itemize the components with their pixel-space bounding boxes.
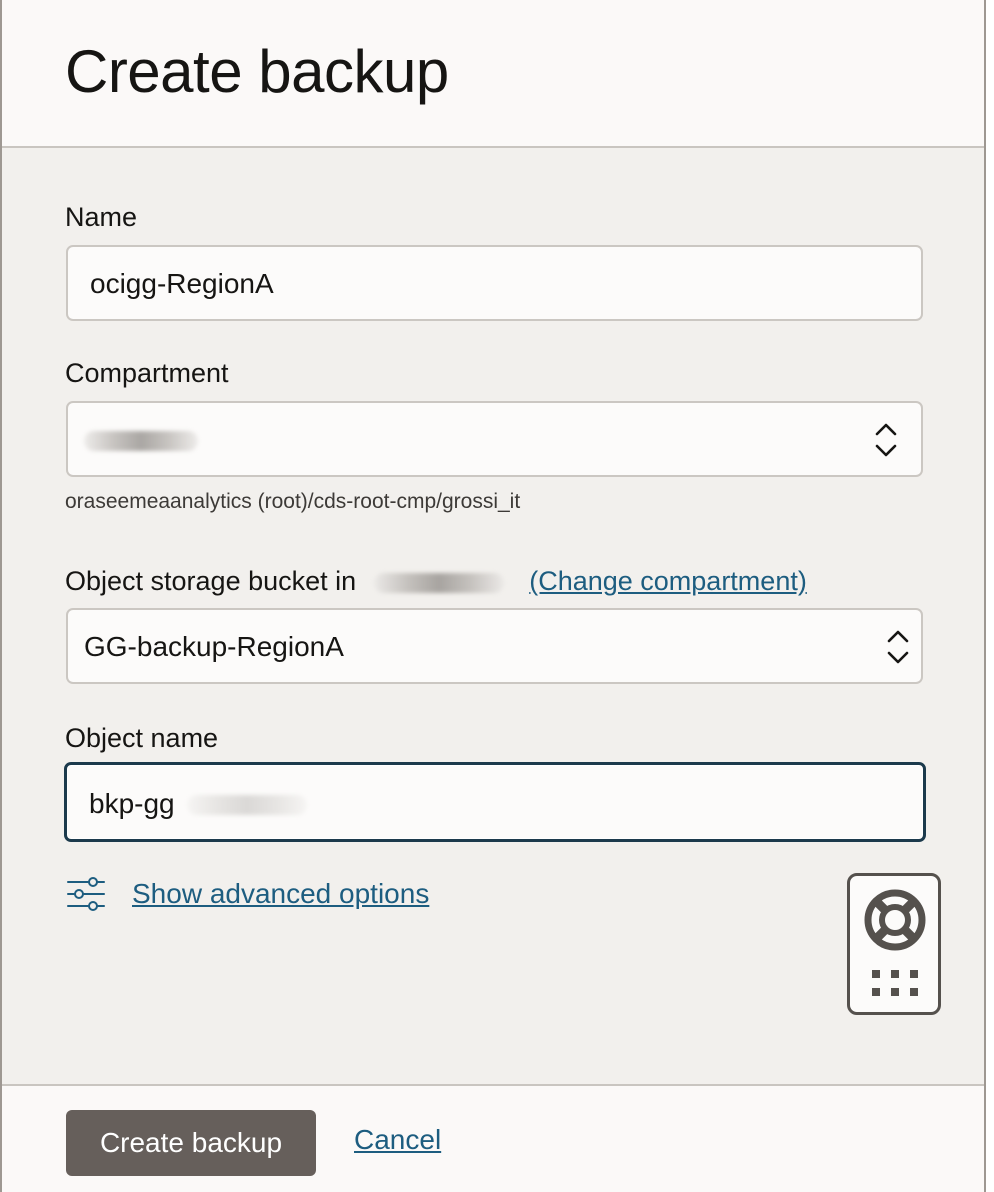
name-input-value: ocigg-RegionA (90, 268, 274, 299)
name-label: Name (65, 202, 138, 232)
cancel-link[interactable]: Cancel (354, 1124, 441, 1156)
create-backup-panel: Create backup Name ocigg-RegionA Compart… (0, 0, 986, 1192)
bucket-select-value: GG-backup-RegionA (84, 631, 344, 662)
change-compartment-link[interactable]: (Change compartment) (529, 566, 807, 596)
compartment-label: Compartment (65, 358, 229, 388)
bucket-label-row: Object storage bucket in (Change compart… (65, 565, 807, 597)
bucket-label: Object storage bucket in (65, 566, 357, 596)
object-name-input-value: bkp-gg (89, 788, 175, 819)
object-name-input[interactable]: bkp-gg (64, 762, 926, 842)
name-input[interactable]: ocigg-RegionA (66, 245, 923, 321)
page-background (986, 0, 994, 1192)
help-widget[interactable] (847, 873, 941, 1015)
bucket-select[interactable]: GG-backup-RegionA (66, 608, 923, 684)
chevron-up-down-icon (887, 630, 909, 664)
object-name-label: Object name (65, 723, 219, 753)
compartment-path-helper: oraseemeaanalytics (root)/cds-root-cmp/g… (65, 490, 521, 513)
page-title: Create backup (65, 38, 449, 105)
lifebuoy-icon[interactable] (863, 888, 927, 952)
create-backup-button[interactable]: Create backup (66, 1110, 316, 1176)
redacted-compartment-value (84, 431, 198, 451)
panel-header: Create backup (2, 0, 984, 148)
panel-footer: Create backup Cancel (2, 1084, 984, 1192)
redacted-compartment-name (373, 572, 504, 593)
grid-dots-icon[interactable] (872, 970, 918, 998)
advanced-options-row: Show advanced options (66, 872, 429, 916)
redacted-object-name-suffix (187, 795, 307, 815)
compartment-select[interactable] (66, 401, 923, 477)
chevron-up-down-icon (875, 423, 897, 457)
show-advanced-options-link[interactable]: Show advanced options (132, 878, 429, 910)
sliders-icon[interactable] (66, 874, 106, 914)
